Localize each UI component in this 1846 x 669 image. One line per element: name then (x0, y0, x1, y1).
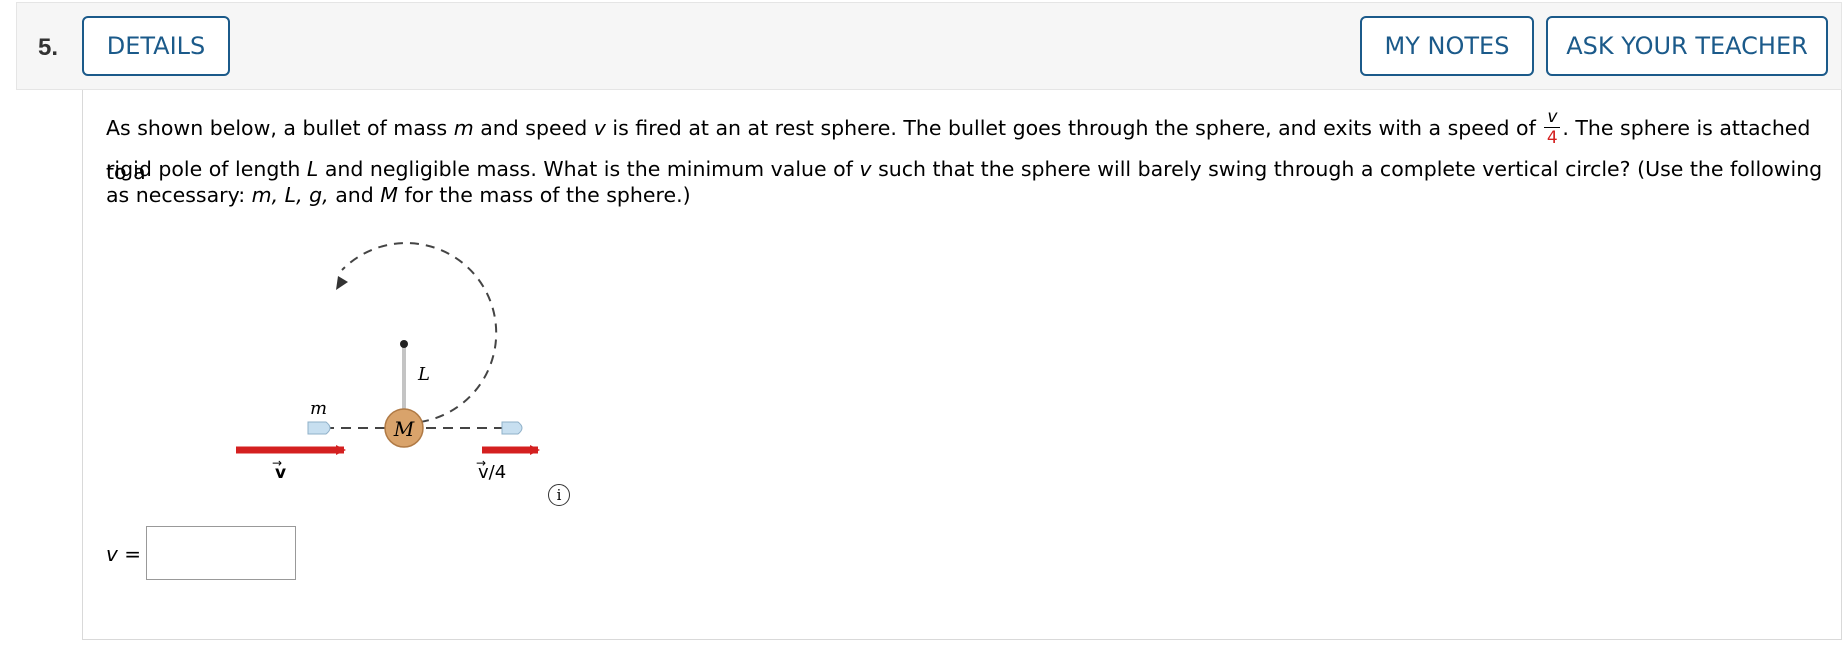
var-M: M (380, 183, 398, 207)
var-list: m, L, g, (251, 183, 329, 207)
var-v: v (859, 157, 872, 181)
answer-input[interactable] (146, 526, 296, 580)
swing-arrow-head-icon (336, 276, 348, 290)
label-m: m (310, 398, 327, 419)
bullet-incoming (307, 421, 331, 435)
text-segment: and negligible mass. What is the minimum… (318, 157, 860, 181)
var-m: m (453, 116, 474, 140)
bullet-outgoing (501, 421, 523, 435)
text-segment: and speed (473, 116, 594, 140)
pivot-point (400, 340, 408, 348)
fraction-v-over-4: v4 (1544, 107, 1561, 148)
ask-teacher-button[interactable]: ASK YOUR TEACHER (1546, 16, 1828, 76)
vector-arrow-icon: → (476, 456, 486, 470)
fraction-denominator: 4 (1546, 127, 1558, 148)
text-segment: and (328, 183, 381, 207)
physics-figure: L M m v → v/4 → (236, 242, 540, 483)
question-text-line2: rigid pole of length L and negligible ma… (106, 156, 1826, 208)
var-v: v (593, 116, 606, 140)
text-segment: As shown below, a bullet of mass (106, 116, 454, 140)
answer-label-text: v = (106, 542, 141, 566)
text-segment: is fired at an at rest sphere. The bulle… (605, 116, 1543, 140)
text-segment: for the mass of the sphere.) (397, 183, 691, 207)
fraction-numerator: v (1544, 107, 1561, 128)
vector-arrow-icon: → (272, 456, 282, 470)
my-notes-button[interactable]: MY NOTES (1360, 16, 1534, 76)
details-button[interactable]: DETAILS (82, 16, 230, 76)
answer-label: v = (106, 542, 141, 566)
question-number: 5. (38, 34, 59, 61)
label-M: M (393, 417, 415, 441)
var-L: L (306, 157, 319, 181)
label-L: L (417, 364, 430, 385)
info-icon[interactable]: i (548, 484, 570, 506)
swing-path (341, 242, 498, 423)
text-segment: rigid pole of length (106, 157, 307, 181)
